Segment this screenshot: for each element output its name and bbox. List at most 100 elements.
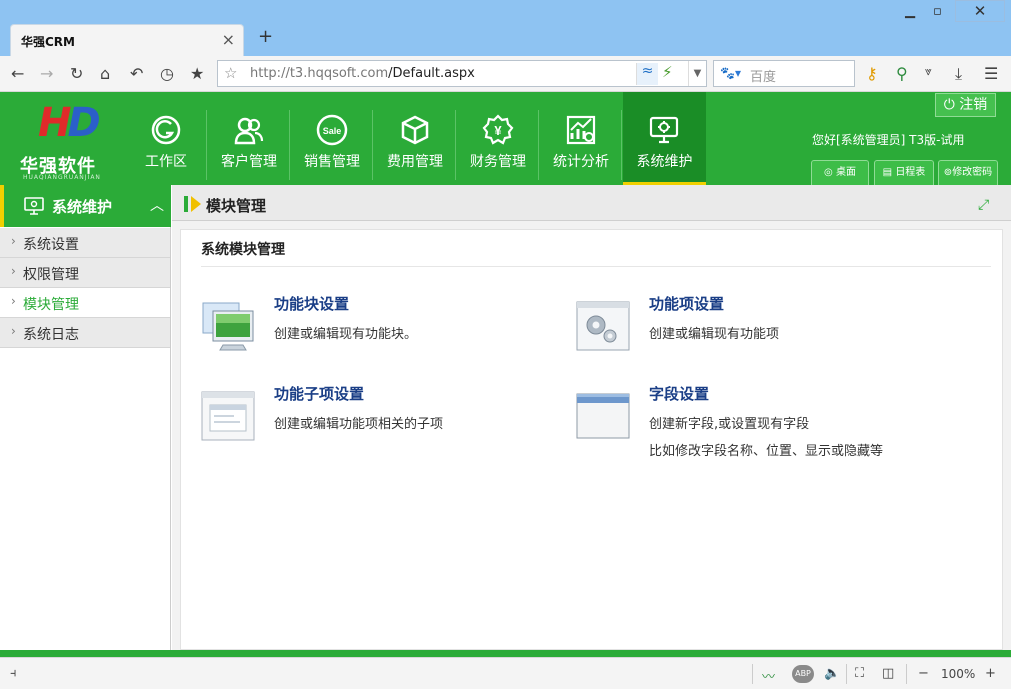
title-marker	[184, 196, 188, 212]
browser-navbar: ← → ↻ ⌂ ↶ ◷ ★ ☆ http://t3.hqqsoft.com/De…	[0, 56, 1011, 92]
app-header: HD 华强软件 HUAQIANGRUANJIAN 工作区 客户管理 Sale 销…	[0, 92, 1011, 185]
tab-close-icon[interactable]: ×	[222, 30, 235, 49]
minimize-icon[interactable]: ▁	[905, 4, 915, 19]
card-function-item[interactable]: 功能项设置 创建或编辑现有功能项	[576, 295, 876, 379]
sidebar-title: 系统维护	[52, 198, 113, 216]
chevron-right-icon: ›	[11, 324, 16, 338]
svg-text:¥: ¥	[494, 123, 502, 138]
tab-title: 华强CRM	[21, 35, 75, 49]
forward-icon[interactable]: →	[40, 64, 53, 83]
zoom-out-button[interactable]: −	[918, 666, 929, 681]
sidebar-item-label: 权限管理	[23, 267, 79, 283]
collapse-icon[interactable]: ︿	[150, 195, 164, 215]
module-customers[interactable]: 客户管理	[208, 92, 290, 185]
module-label: 财务管理	[470, 154, 526, 170]
menu-filter-icon[interactable]: ⩔	[925, 64, 932, 79]
module-divider	[538, 110, 539, 180]
module-label: 统计分析	[553, 154, 609, 170]
fullscreen-icon[interactable]: ⛶	[855, 666, 864, 681]
module-workspace[interactable]: 工作区	[125, 92, 207, 185]
main-content: 模块管理 ⤢ 系统模块管理 功能块设置 创建或编辑现有功能块。 功能项设置 创建…	[172, 185, 1011, 650]
undo-icon[interactable]: ↶	[130, 64, 143, 83]
card-description: 创建新字段,或设置现有字段	[649, 417, 810, 432]
window-close-icon[interactable]: ✕	[955, 0, 1005, 22]
search-box[interactable]: 🐾▾ 百度	[713, 60, 855, 87]
logout-button[interactable]: ⏻ 注销	[935, 93, 996, 117]
sidebar-item-label: 系统日志	[23, 327, 79, 343]
sound-icon[interactable]: 🔈	[824, 666, 840, 681]
speed-icon[interactable]: ⚡	[662, 63, 673, 81]
sub-window-icon	[201, 391, 255, 441]
key-icon[interactable]: ⚷	[866, 64, 878, 83]
change-password-button[interactable]: ⊚修改密码	[938, 160, 998, 185]
divider	[201, 266, 991, 267]
calendar-button[interactable]: ▤ 日程表	[874, 160, 934, 185]
heartbeat-icon[interactable]: 〰	[762, 666, 775, 685]
desktop-button[interactable]: ◎ 桌面	[811, 160, 869, 185]
lock-icon: ⊚	[943, 167, 953, 178]
system-icon	[24, 197, 44, 215]
bookmarks-icon[interactable]: ★	[190, 64, 204, 83]
module-divider	[621, 110, 622, 180]
card-function-block[interactable]: 功能块设置 创建或编辑现有功能块。	[201, 295, 501, 379]
search-input[interactable]: 百度	[750, 66, 776, 85]
chevron-right-icon: ›	[11, 234, 16, 248]
browser-titlebar: 华强CRM × + ▁ ▫ ✕	[0, 0, 1011, 60]
sidebar-item-system-log[interactable]: › 系统日志	[0, 318, 170, 348]
card-description: 创建或编辑现有功能项	[649, 327, 780, 342]
history-icon[interactable]: ◷	[160, 64, 174, 83]
module-divider	[455, 110, 456, 180]
sidebar-item-modules[interactable]: › 模块管理	[0, 288, 170, 318]
stats-icon	[566, 115, 596, 145]
system-icon	[649, 116, 679, 144]
back-icon[interactable]: ←	[11, 64, 24, 83]
browser-tab[interactable]: 华强CRM ×	[10, 24, 244, 56]
card-description: 创建或编辑功能项相关的子项	[274, 417, 444, 432]
split-view-icon[interactable]: ◫	[882, 666, 894, 681]
browser-statusbar: ⫞ 〰 ABP 🔈 ⛶ ◫ − 100% +	[0, 657, 1011, 689]
menu-icon[interactable]: ☰	[984, 64, 998, 83]
url-text: http://t3.hqqsoft.com/Default.aspx	[250, 66, 475, 81]
home-icon[interactable]: ⌂	[100, 64, 110, 83]
panel-title: 系统模块管理	[201, 242, 285, 258]
address-dropdown-icon[interactable]: ▼	[688, 61, 706, 86]
search-engine-icon[interactable]: 🐾▾	[720, 66, 741, 80]
reload-icon[interactable]: ↻	[70, 64, 83, 83]
module-divider	[206, 110, 207, 180]
module-finance[interactable]: ¥ 财务管理	[457, 92, 539, 185]
page-title: 模块管理	[206, 197, 267, 215]
adblock-icon[interactable]: ABP	[792, 665, 814, 683]
module-system[interactable]: 系统维护	[623, 92, 706, 185]
card-title[interactable]: 字段设置	[649, 383, 709, 404]
calendar-icon: ▤	[882, 167, 896, 178]
module-sales[interactable]: Sale 销售管理	[291, 92, 373, 185]
card-function-subitem[interactable]: 功能子项设置 创建或编辑功能项相关的子项	[201, 385, 501, 469]
maximize-icon[interactable]: ▫	[933, 4, 942, 19]
card-field-settings[interactable]: 字段设置 创建新字段,或设置现有字段 比如修改字段名称、位置、显示或隐藏等	[576, 385, 883, 469]
bookmark-star-icon[interactable]: ☆	[224, 64, 237, 82]
zoom-in-button[interactable]: +	[985, 666, 996, 681]
sidebar-item-permissions[interactable]: › 权限管理	[0, 258, 170, 288]
content-header: 模块管理 ⤢	[172, 185, 1011, 221]
card-title[interactable]: 功能子项设置	[274, 383, 364, 404]
power-icon: ⏻	[943, 97, 960, 113]
sidebar-item-label: 模块管理	[23, 297, 79, 313]
card-title[interactable]: 功能项设置	[649, 293, 724, 314]
module-stats[interactable]: 统计分析	[540, 92, 622, 185]
sidebar-item-label: 系统设置	[23, 237, 79, 253]
module-expenses[interactable]: 费用管理	[374, 92, 456, 185]
new-tab-button[interactable]: +	[258, 26, 273, 47]
blank-window-icon	[576, 393, 630, 439]
sidebar-header[interactable]: 系统维护 ︿	[0, 185, 171, 227]
sidebar-item-system-settings[interactable]: › 系统设置	[0, 228, 170, 258]
expand-icon[interactable]: ⤢	[978, 197, 989, 213]
compat-mode-icon[interactable]: ≈	[636, 63, 658, 85]
chevron-right-icon: ›	[11, 264, 16, 278]
address-bar[interactable]: ☆ http://t3.hqqsoft.com/Default.aspx ≈ ⚡…	[217, 60, 707, 87]
zoom-level[interactable]: 100%	[941, 667, 975, 681]
user-icon[interactable]: ⚲	[896, 64, 908, 83]
sidebar-toggle-icon[interactable]: ⫞	[10, 666, 17, 681]
download-icon[interactable]: ⤓	[955, 64, 962, 84]
module-label: 销售管理	[304, 154, 360, 170]
card-title[interactable]: 功能块设置	[274, 293, 349, 314]
